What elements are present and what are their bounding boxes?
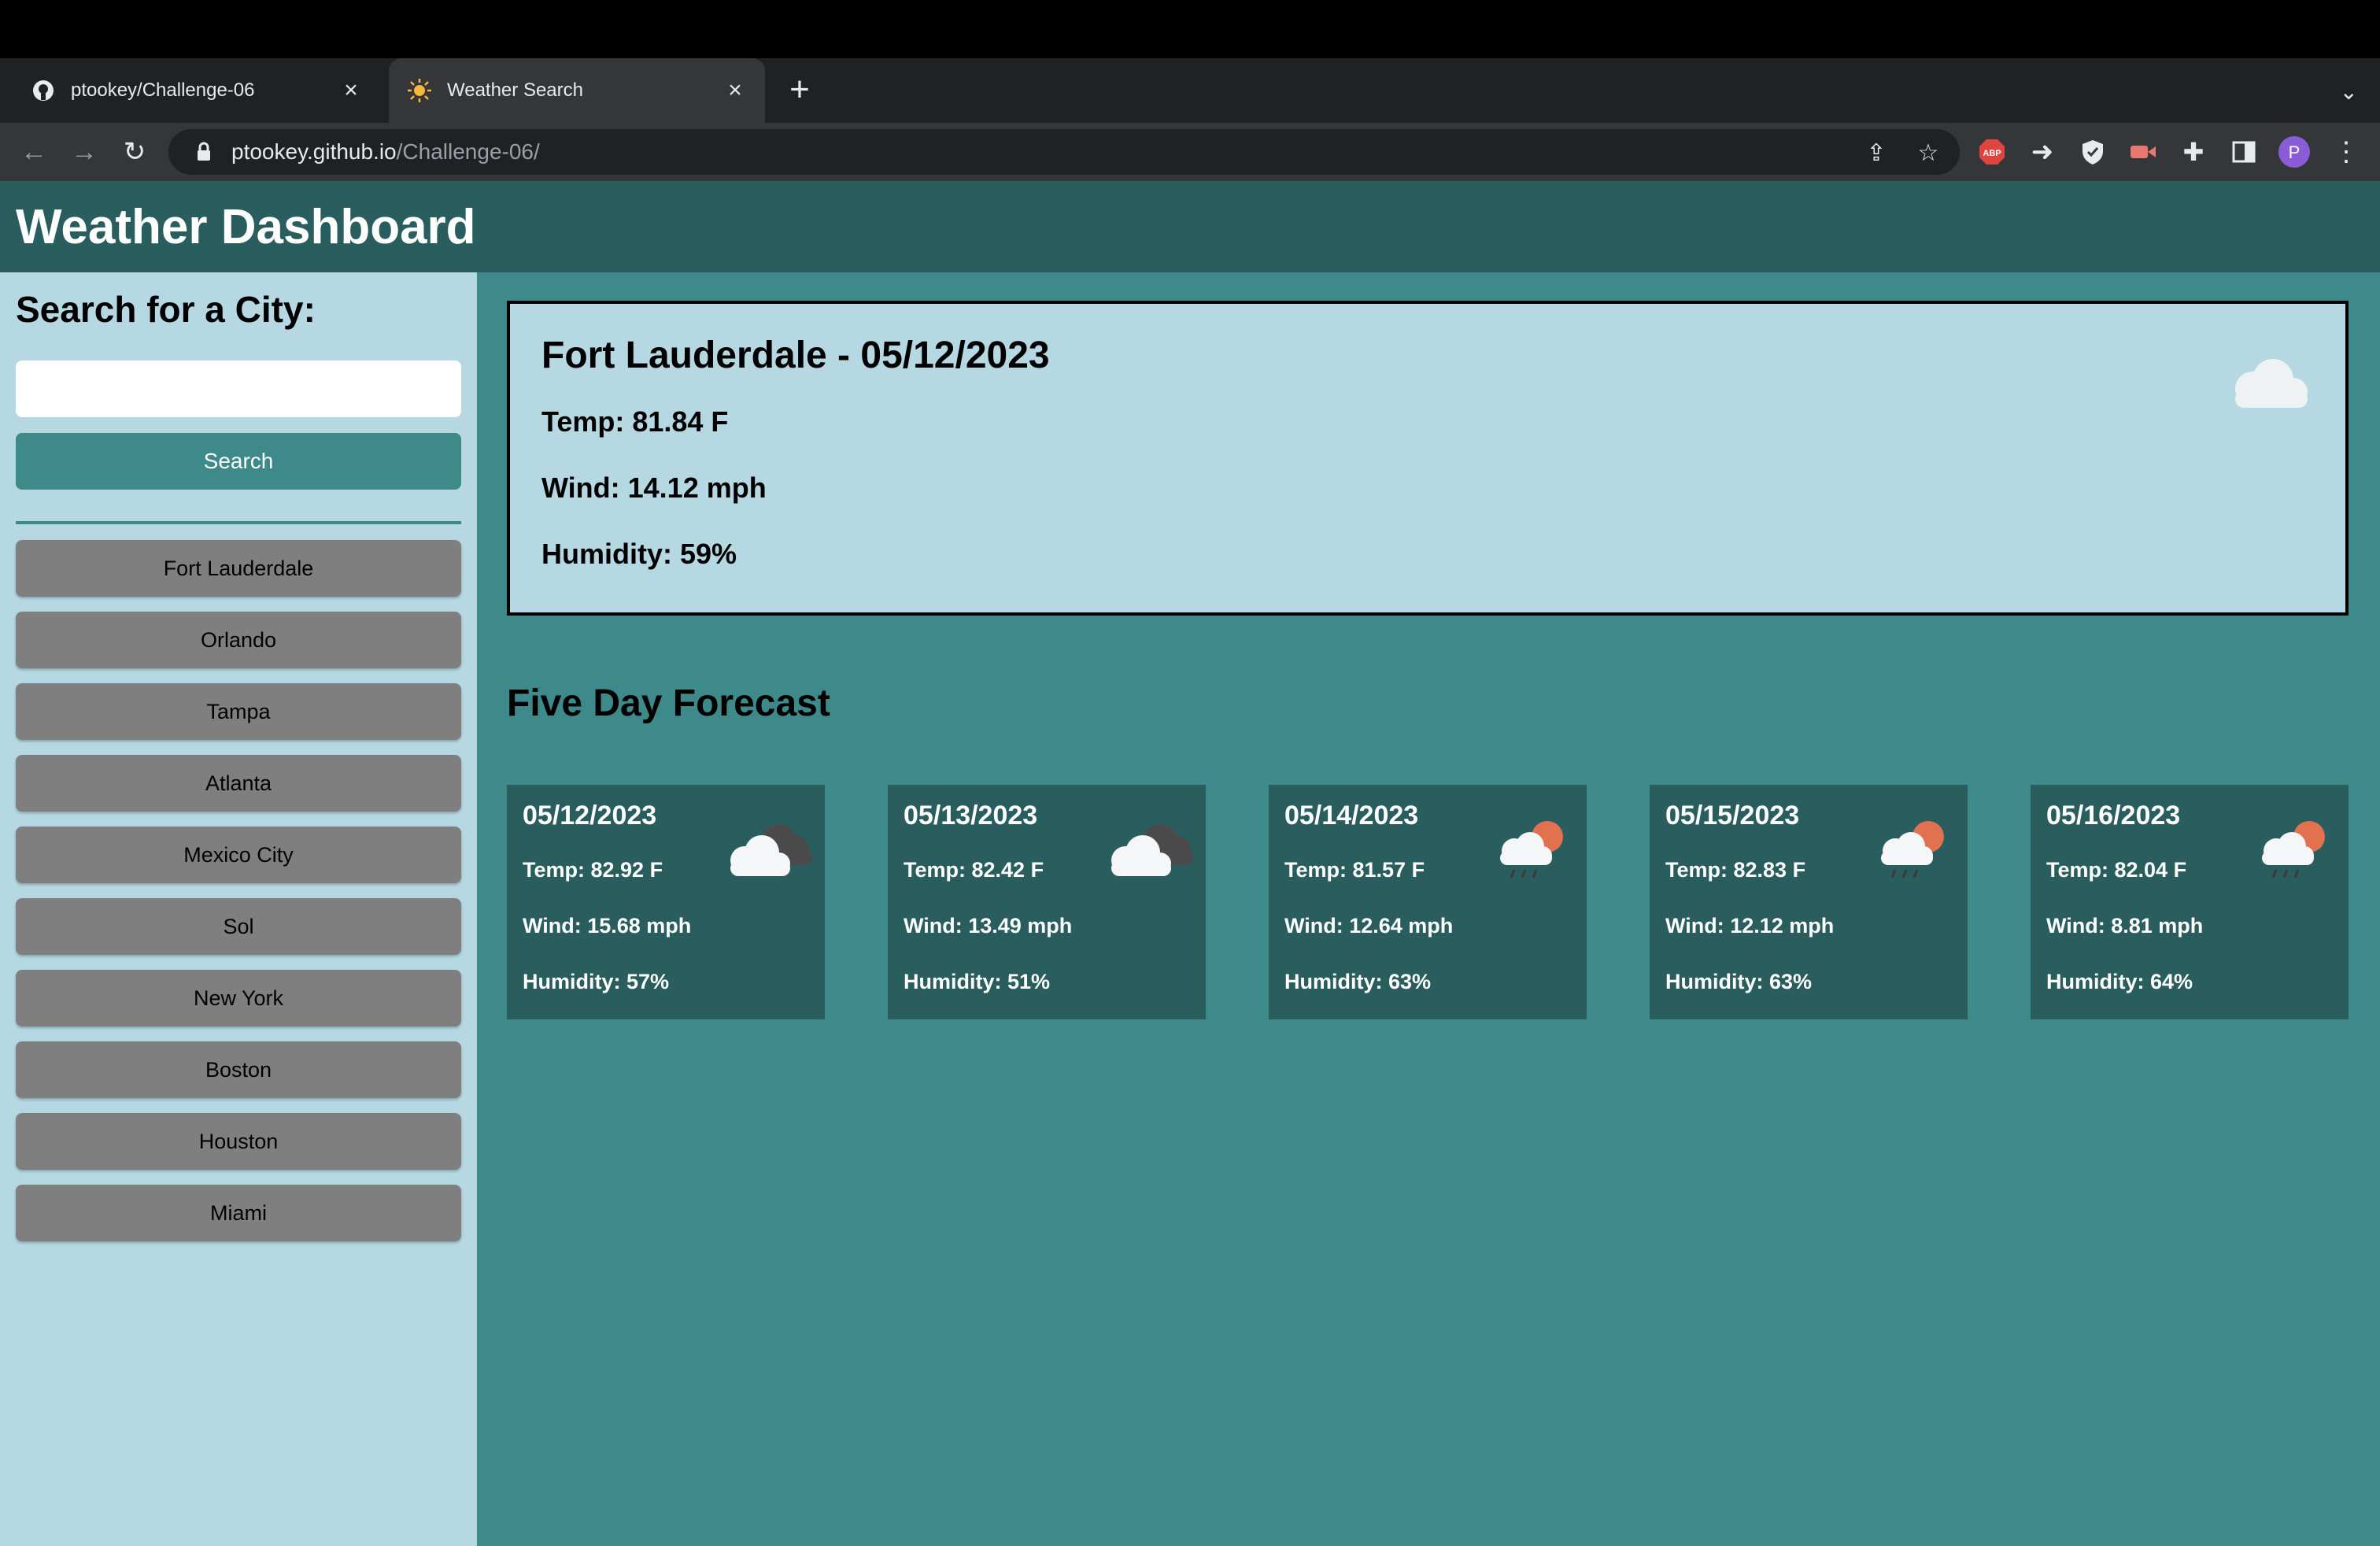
- history-button-sol[interactable]: Sol: [16, 898, 461, 955]
- cloud-icon: [2235, 359, 2308, 408]
- forecast-card: 05/16/2023 Temp: 82.04 F Wind: 8.81 mph …: [2031, 785, 2349, 1019]
- more-menu-icon[interactable]: ⋮: [2328, 134, 2364, 170]
- side-panel-icon[interactable]: [2226, 134, 2262, 170]
- search-heading: Search for a City:: [16, 289, 316, 330]
- history-button-atlanta[interactable]: Atlanta: [16, 755, 461, 812]
- lock-icon: [198, 142, 210, 161]
- broken-clouds-icon: [730, 824, 812, 876]
- current-city-date: Fort Lauderdale - 05/12/2023: [541, 335, 1050, 376]
- forward-icon[interactable]: →: [66, 134, 102, 170]
- url-path: /Challenge-06/: [396, 139, 540, 164]
- forecast-wind: Wind: 12.12 mph: [1665, 914, 1835, 938]
- puzzle-extensions-icon[interactable]: ✚: [2175, 134, 2212, 170]
- svg-text:P: P: [2289, 142, 2301, 162]
- main-content: Fort Lauderdale - 05/12/2023 Temp: 81.84…: [507, 301, 2349, 1019]
- history-button-orlando[interactable]: Orlando: [16, 612, 461, 668]
- back-icon[interactable]: ←: [16, 134, 52, 170]
- profile-avatar[interactable]: P: [2276, 134, 2312, 170]
- search-sidebar: Search for a City: Search Fort Lauderdal…: [0, 272, 477, 1546]
- new-tab-button[interactable]: +: [782, 72, 817, 109]
- forecast-card: 05/12/2023 Temp: 82.92 F Wind: 15.68 mph…: [507, 785, 825, 1019]
- adblock-icon[interactable]: ABP: [1974, 134, 2010, 170]
- svg-text:ABP: ABP: [1983, 149, 2001, 158]
- url-host: ptookey.github.io: [231, 139, 397, 164]
- close-tab-icon[interactable]: ×: [338, 77, 364, 103]
- address-bar[interactable]: ptookey.github.io/Challenge-06/ ⇪ ☆: [168, 129, 1960, 175]
- history-button-houston[interactable]: Houston: [16, 1113, 461, 1170]
- video-extension-icon[interactable]: [2125, 134, 2161, 170]
- forecast-humidity: Humidity: 63%: [1665, 970, 1813, 993]
- history-button-new-york[interactable]: New York: [16, 970, 461, 1026]
- search-button[interactable]: Search: [16, 433, 461, 490]
- sun-icon: [406, 77, 433, 104]
- tab-title: Weather Search: [447, 80, 583, 101]
- forecast-humidity: Humidity: 63%: [1284, 970, 1432, 993]
- forecast-humidity: Humidity: 64%: [2046, 970, 2193, 993]
- page-header: Weather Dashboard: [0, 181, 2380, 272]
- current-temp: Temp: 81.84 F: [541, 405, 729, 438]
- weather-page: Weather Dashboard Search for a City: Sea…: [0, 181, 2380, 1546]
- sun-rain-icon: [2262, 821, 2325, 878]
- share-icon[interactable]: ⇪: [1861, 137, 1892, 168]
- page-title: Weather Dashboard: [16, 199, 476, 254]
- forecast-title: Five Day Forecast: [507, 682, 830, 724]
- history-button-tampa[interactable]: Tampa: [16, 683, 461, 740]
- forecast-wind: Wind: 13.49 mph: [904, 914, 1073, 938]
- current-wind: Wind: 14.12 mph: [541, 472, 767, 504]
- city-search-input[interactable]: [16, 361, 461, 417]
- current-humidity: Humidity: 59%: [541, 538, 737, 570]
- tab-github[interactable]: ptookey/Challenge-06 ×: [13, 58, 381, 123]
- url-text: ptookey.github.io/Challenge-06/: [231, 139, 540, 165]
- forecast-humidity: Humidity: 51%: [904, 970, 1051, 993]
- mac-menubar-area: [0, 0, 2380, 58]
- forecast-wind: Wind: 15.68 mph: [523, 914, 692, 938]
- browser-toolbar: ← → ↻ ptookey.github.io/Challenge-06/ ⇪ …: [0, 123, 2380, 181]
- sun-rain-icon: [1881, 821, 1944, 878]
- history-button-boston[interactable]: Boston: [16, 1041, 461, 1098]
- forecast-card: 05/14/2023 Temp: 81.57 F Wind: 12.64 mph…: [1269, 785, 1587, 1019]
- shield-icon[interactable]: [2075, 134, 2111, 170]
- reload-icon[interactable]: ↻: [116, 134, 153, 170]
- sun-rain-icon: [1500, 821, 1563, 878]
- close-tab-icon[interactable]: ×: [722, 77, 748, 103]
- history-button-mexico-city[interactable]: Mexico City: [16, 827, 461, 883]
- bookmark-star-icon[interactable]: ☆: [1913, 137, 1944, 168]
- forecast-wind: Wind: 12.64 mph: [1284, 914, 1454, 938]
- forecast-card: 05/15/2023 Temp: 82.83 F Wind: 12.12 mph…: [1650, 785, 1968, 1019]
- forecast-wind: Wind: 8.81 mph: [2046, 914, 2204, 938]
- current-weather-card: Fort Lauderdale - 05/12/2023 Temp: 81.84…: [507, 301, 2349, 616]
- search-history-list: Fort Lauderdale Orlando Tampa Atlanta Me…: [16, 540, 461, 1241]
- forward-arrow-extension-icon[interactable]: ➜: [2024, 134, 2060, 170]
- tab-search-chevron-icon[interactable]: ⌄: [2340, 79, 2358, 105]
- history-button-fort-lauderdale[interactable]: Fort Lauderdale: [16, 540, 461, 597]
- history-button-miami[interactable]: Miami: [16, 1185, 461, 1241]
- sidebar-divider: [16, 521, 461, 524]
- tab-weather-search[interactable]: Weather Search ×: [389, 58, 765, 123]
- forecast-card: 05/13/2023 Temp: 82.42 F Wind: 13.49 mph…: [888, 785, 1206, 1019]
- broken-clouds-icon: [1111, 824, 1193, 876]
- tab-title: ptookey/Challenge-06: [71, 80, 255, 101]
- github-icon: [30, 77, 57, 104]
- forecast-humidity: Humidity: 57%: [523, 970, 670, 993]
- forecast-cards: 05/12/2023 Temp: 82.92 F Wind: 15.68 mph…: [507, 785, 2349, 1019]
- tab-strip: ptookey/Challenge-06 × Weather Search × …: [0, 58, 2380, 123]
